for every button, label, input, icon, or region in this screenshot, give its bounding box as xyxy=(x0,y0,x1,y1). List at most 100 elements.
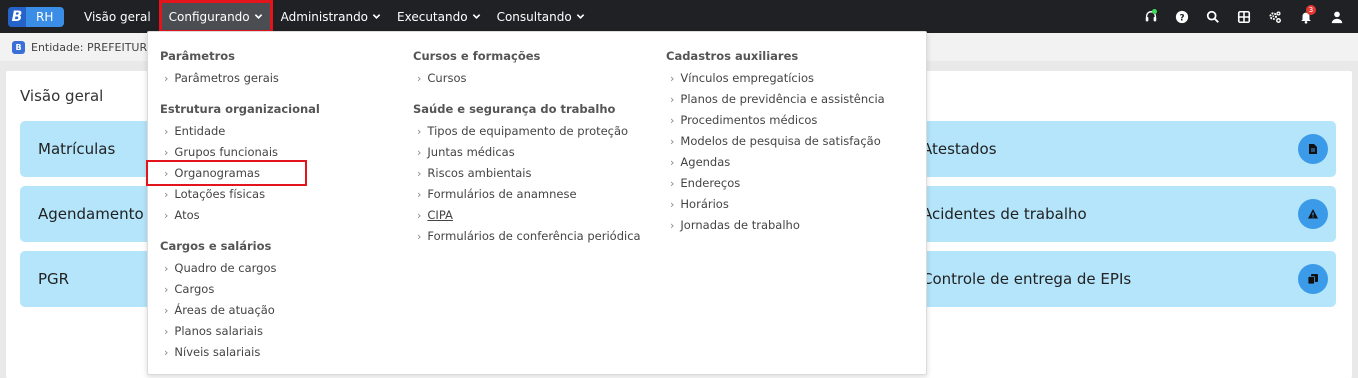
entity-label[interactable]: Entidade: PREFEITURA D xyxy=(31,41,166,54)
menu-item-niveis-salariais[interactable]: › Níveis salariais xyxy=(164,345,260,359)
chevron-right-icon: › xyxy=(670,219,675,232)
menu-item-planos-previdencia[interactable]: › Planos de previdência e assistência xyxy=(670,92,885,106)
chevron-right-icon: › xyxy=(670,72,675,85)
menu-item-label: Atos xyxy=(174,208,200,222)
menu-item-label: Horários xyxy=(680,197,729,211)
notifications-button[interactable]: 3 xyxy=(1290,0,1321,33)
menu-item-juntas-medicas[interactable]: › Juntas médicas xyxy=(417,145,515,159)
section-title-cadastros: Cadastros auxiliares xyxy=(666,49,799,63)
menu-item-organogramas[interactable]: › Organogramas xyxy=(146,160,307,186)
search-button[interactable] xyxy=(1197,0,1228,33)
menu-item-jornadas[interactable]: › Jornadas de trabalho xyxy=(670,218,800,232)
nav-executando[interactable]: Executando xyxy=(389,0,489,33)
menu-item-riscos-ambientais[interactable]: › Riscos ambientais xyxy=(417,166,531,180)
user-icon xyxy=(1331,11,1342,23)
menu-item-horarios[interactable]: › Horários xyxy=(670,197,729,211)
section-title-cargos: Cargos e salários xyxy=(160,239,272,253)
menu-item-label: Cursos xyxy=(427,71,467,85)
menu-item-entidade[interactable]: › Entidade xyxy=(164,124,225,138)
menu-item-lotacoes-fisicas[interactable]: › Lotações físicas xyxy=(164,187,265,201)
chevron-down-icon xyxy=(576,14,584,19)
notifications-badge: 3 xyxy=(1306,5,1316,15)
menu-item-atos[interactable]: › Atos xyxy=(164,208,200,222)
menu-item-planos-salariais[interactable]: › Planos salariais xyxy=(164,324,263,338)
menu-item-label: Vínculos empregatícios xyxy=(680,71,814,85)
app-logo[interactable]: B RH xyxy=(8,7,64,27)
chevron-right-icon: › xyxy=(670,198,675,211)
menu-item-enderecos[interactable]: › Endereços xyxy=(670,176,740,190)
tile-label: PGR xyxy=(38,270,70,288)
nav-visao-geral[interactable]: Visão geral xyxy=(76,0,159,33)
menu-item-label: Áreas de atuação xyxy=(174,303,275,317)
chevron-right-icon: › xyxy=(164,262,169,275)
tile-label: Controle de entrega de EPIs xyxy=(922,270,1132,288)
chevron-right-icon: › xyxy=(164,283,169,296)
menu-item-label: Jornadas de trabalho xyxy=(680,218,800,232)
menu-item-label: Riscos ambientais xyxy=(427,166,532,180)
menu-item-cursos[interactable]: › Cursos xyxy=(417,71,466,85)
menu-item-label: Planos salariais xyxy=(174,324,263,338)
menu-item-formularios-anamnese[interactable]: › Formulários de anamnese xyxy=(417,187,577,201)
menu-item-procedimentos[interactable]: › Procedimentos médicos xyxy=(670,113,817,127)
settings-button[interactable] xyxy=(1259,0,1290,33)
apps-grid-icon xyxy=(1237,10,1250,23)
menu-item-label: Juntas médicas xyxy=(427,145,515,159)
chevron-right-icon: › xyxy=(164,146,169,159)
warning-icon xyxy=(1308,209,1318,219)
apps-button[interactable] xyxy=(1228,0,1259,33)
menu-item-areas-atuacao[interactable]: › Áreas de atuação xyxy=(164,303,275,317)
menu-item-label: Grupos funcionais xyxy=(174,145,279,159)
chevron-right-icon: › xyxy=(164,72,169,85)
user-menu-button[interactable] xyxy=(1321,0,1352,33)
menu-item-label: Tipos de equipamento de proteção xyxy=(427,124,629,138)
chevron-right-icon: › xyxy=(164,209,169,222)
nav-label: Consultando xyxy=(496,9,572,24)
chevron-right-icon: › xyxy=(417,188,422,201)
menu-item-modelos-pesquisa[interactable]: › Modelos de pesquisa de satisfação xyxy=(670,134,881,148)
tile-action-button[interactable] xyxy=(1298,264,1328,294)
document-icon xyxy=(1309,144,1317,154)
tile-atestados[interactable]: Atestados xyxy=(906,121,1336,177)
help-icon: ? xyxy=(1175,10,1188,23)
tile-acidentes[interactable]: Acidentes de trabalho xyxy=(906,186,1336,242)
menu-item-formularios-conferencia[interactable]: › Formulários de conferência periódica xyxy=(417,229,641,243)
chevron-right-icon: › xyxy=(670,93,675,106)
menu-item-parametros-gerais[interactable]: › Parâmetros gerais xyxy=(164,71,279,85)
menu-item-grupos-funcionais[interactable]: › Grupos funcionais xyxy=(164,145,278,159)
nav-administrando[interactable]: Administrando xyxy=(273,0,389,33)
help-button[interactable]: ? xyxy=(1166,0,1197,33)
chevron-right-icon: › xyxy=(670,114,675,127)
search-icon xyxy=(1206,10,1219,23)
tile-action-button[interactable] xyxy=(1298,134,1328,164)
configurando-dropdown: Parâmetros › Parâmetros gerais Estrutura … xyxy=(146,31,927,375)
tile-action-button[interactable] xyxy=(1298,199,1328,229)
menu-item-label: Lotações físicas xyxy=(174,187,266,201)
chevron-right-icon: › xyxy=(164,125,169,138)
menu-item-vinculos[interactable]: › Vínculos empregatícios xyxy=(670,71,814,85)
menu-item-cipa[interactable]: › CIPA xyxy=(417,208,453,222)
logo-text: RH xyxy=(36,10,54,24)
menu-item-tipos-equipamento[interactable]: › Tipos de equipamento de proteção xyxy=(417,124,628,138)
nav-label: Visão geral xyxy=(84,9,151,24)
menu-item-label: Planos de previdência e assistência xyxy=(680,92,885,106)
chevron-right-icon: › xyxy=(417,167,422,180)
menu-item-label: Agendas xyxy=(680,155,731,169)
tile-label: Agendamento xyxy=(38,205,144,223)
section-title-cursos: Cursos e formações xyxy=(413,49,541,63)
chevron-right-icon: › xyxy=(164,325,169,338)
svg-text:?: ? xyxy=(1179,13,1184,23)
nav-configurando[interactable]: Configurando xyxy=(158,0,273,33)
tile-controle-epis[interactable]: Controle de entrega de EPIs xyxy=(906,251,1336,307)
support-button[interactable] xyxy=(1135,0,1166,33)
menu-item-quadro-cargos[interactable]: › Quadro de cargos xyxy=(164,261,277,275)
section-title-estrutura: Estrutura organizacional xyxy=(160,102,320,116)
menu-item-agendas[interactable]: › Agendas xyxy=(670,155,730,169)
nav-consultando[interactable]: Consultando xyxy=(489,0,593,33)
menu-item-cargos[interactable]: › Cargos xyxy=(164,282,214,296)
chevron-down-icon xyxy=(254,14,262,19)
menu-item-label: Formulários de conferência periódica xyxy=(427,229,641,243)
copy-icon xyxy=(1307,274,1318,285)
chevron-right-icon: › xyxy=(417,209,422,222)
tile-label: Matrículas xyxy=(38,140,116,158)
gears-icon xyxy=(1268,10,1281,23)
